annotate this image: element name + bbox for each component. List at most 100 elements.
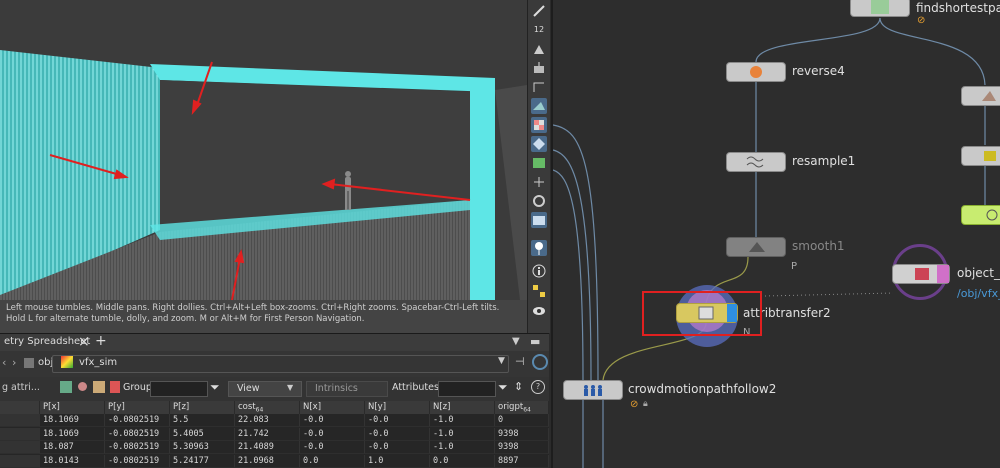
node-crowdmotionpathfollow2[interactable] [563,380,623,400]
table-cell[interactable]: 5.24177 [170,454,235,468]
table-cell[interactable]: -1.0 [430,441,495,454]
snap-badge[interactable]: 12 [531,22,547,38]
filter-funnel-icon[interactable]: ⏷ [210,380,220,395]
column-header[interactable]: P[y] [105,401,170,414]
node-right-1[interactable] [961,86,1000,106]
visibility-eye-icon[interactable] [531,303,547,319]
table-cell[interactable]: 21.4089 [235,441,300,454]
camera-view-icon[interactable] [531,212,547,228]
points-mode-icon[interactable] [60,381,72,393]
table-cell[interactable]: 18.1069 [40,414,105,427]
path-field[interactable] [52,355,509,373]
row-index-cell[interactable] [0,427,40,441]
transpose-icon[interactable]: ⇕ [514,380,523,393]
detail-mode-icon[interactable] [110,381,120,393]
info-icon[interactable] [531,263,547,279]
row-index-cell[interactable] [0,441,40,454]
table-cell[interactable]: 1.0 [365,454,430,468]
view-dropdown-label: View [237,383,260,394]
table-cell[interactable]: 18.1069 [40,427,105,441]
table-cell[interactable]: -1.0 [430,427,495,441]
table-cell[interactable]: 0 [495,414,549,427]
node-resample1[interactable] [726,152,786,172]
vertices-mode-icon[interactable] [78,382,87,391]
table-cell[interactable]: -0.0 [365,414,430,427]
table-cell[interactable]: 9398 [495,427,549,441]
skeleton-icon[interactable] [531,174,547,190]
texture-icon[interactable] [531,155,547,171]
row-index-cell[interactable] [0,454,40,468]
table-cell[interactable]: 21.742 [235,427,300,441]
lock-camera-icon[interactable] [531,193,547,209]
intrinsics-label: Intrinsics [315,383,358,394]
back-icon[interactable]: ‹ [2,356,6,369]
attribute-mode-label[interactable]: g attri... [2,382,40,393]
column-header[interactable]: cost64 [235,401,300,414]
table-cell[interactable]: 5.4005 [170,427,235,441]
table-cell[interactable]: -0.0802519 [105,454,170,468]
node-object-merge[interactable] [892,264,950,284]
table-cell[interactable]: 18.0143 [40,454,105,468]
table-cell[interactable]: -0.0 [365,427,430,441]
path-dropdown-icon[interactable]: ▼ [498,356,505,366]
shading-icon[interactable] [531,136,547,152]
pose-tool-icon[interactable] [531,3,547,19]
column-header[interactable] [0,401,40,414]
pane-menu-icon[interactable]: ▼ [512,336,520,347]
row-index-cell[interactable] [0,414,40,427]
brush-tool-icon[interactable] [531,60,547,76]
pin-pane-icon[interactable]: ⊣ [515,355,525,368]
table-cell[interactable]: -0.0802519 [105,427,170,441]
node-right-3[interactable] [961,205,1000,225]
node-findshortestpath[interactable] [850,0,910,17]
close-tab-icon[interactable]: × [78,334,90,350]
column-header[interactable]: N[x] [300,401,365,414]
node-object-merge-label: object_m [957,266,1000,280]
node-right-2[interactable] [961,146,1000,166]
column-header[interactable]: P[x] [40,401,105,414]
pane-maximize-icon[interactable]: ▬ [530,335,540,348]
table-cell[interactable]: -0.0 [300,441,365,454]
scene-viewport[interactable]: Left mouse tumbles. Middle pans. Right d… [0,0,527,333]
table-cell[interactable]: 0.0 [300,454,365,468]
column-header[interactable]: origpt64 [495,401,549,414]
primitives-mode-icon[interactable] [93,381,105,393]
table-cell[interactable]: 21.0968 [235,454,300,468]
column-header[interactable]: N[z] [430,401,495,414]
spreadsheet-table: P[x] P[y] P[z] cost64 N[x] N[y] N[z] origpt64 1… [0,401,549,468]
help-icon[interactable]: ? [531,380,545,394]
table-cell[interactable]: 8897 [495,454,549,468]
checker-icon[interactable] [531,117,547,133]
table-cell[interactable]: 5.30963 [170,441,235,454]
path-obj[interactable]: obj [38,357,53,368]
column-header[interactable]: P[z] [170,401,235,414]
column-header[interactable]: N[y] [365,401,430,414]
pin-icon[interactable] [531,240,547,256]
table-cell[interactable]: 9398 [495,441,549,454]
table-cell[interactable]: -1.0 [430,414,495,427]
construction-plane-icon[interactable] [531,79,547,95]
link-icon[interactable] [532,354,548,370]
render-region-icon[interactable] [531,283,547,299]
table-cell[interactable]: 18.087 [40,441,105,454]
table-cell[interactable]: -0.0802519 [105,414,170,427]
table-cell[interactable]: -0.0802519 [105,441,170,454]
table-cell[interactable]: 5.5 [170,414,235,427]
node-network-editor[interactable]: findshortestpat ⊘ reverse4 resample1 smo… [551,0,1000,468]
table-cell[interactable]: 22.083 [235,414,300,427]
group-field[interactable] [150,381,208,397]
table-cell[interactable]: -0.0 [300,427,365,441]
handle-tool-icon[interactable] [531,41,547,57]
intrinsics-dropdown[interactable]: Intrinsics [306,381,388,397]
forward-icon[interactable]: › [12,356,16,369]
table-cell[interactable]: -0.0 [365,441,430,454]
node-smooth1[interactable] [726,237,786,257]
add-tab-icon[interactable]: + [95,333,107,349]
display-options-icon[interactable] [531,98,547,114]
attributes-field[interactable] [438,381,496,397]
table-cell[interactable]: 0.0 [430,454,495,468]
view-dropdown[interactable]: View ▼ [228,381,302,397]
node-reverse4[interactable] [726,62,786,82]
attributes-filter-icon[interactable]: ⏷ [498,380,508,395]
table-cell[interactable]: -0.0 [300,414,365,427]
